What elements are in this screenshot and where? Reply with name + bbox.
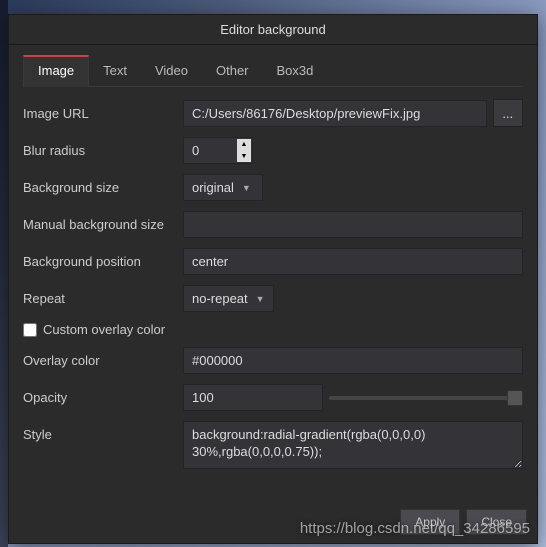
dialog-titlebar: Editor background [9,15,537,45]
editor-gutter [0,0,8,547]
manual-bg-size-label: Manual background size [23,217,183,232]
style-textarea[interactable] [183,421,523,469]
tab-bar: Image Text Video Other Box3d [23,55,523,87]
spinner-down-icon[interactable]: ▼ [237,151,251,163]
tab-other[interactable]: Other [202,55,263,86]
opacity-input[interactable] [183,384,323,411]
editor-background-dialog: Editor background Image Text Video Other… [8,14,538,544]
background-size-label: Background size [23,180,183,195]
tab-video[interactable]: Video [141,55,202,86]
close-button[interactable]: Close [466,509,527,535]
manual-bg-size-input[interactable] [183,211,523,238]
tab-box3d[interactable]: Box3d [263,55,328,86]
tab-image[interactable]: Image [23,55,89,87]
background-position-input[interactable] [183,248,523,275]
blur-radius-label: Blur radius [23,143,183,158]
overlay-color-label: Overlay color [23,353,183,368]
opacity-slider-handle[interactable] [507,390,523,406]
overlay-color-input[interactable] [183,347,523,374]
tab-text[interactable]: Text [89,55,141,86]
spinner-up-icon[interactable]: ▲ [237,139,251,151]
chevron-down-icon: ▼ [242,183,251,193]
image-url-label: Image URL [23,106,183,121]
spinner-arrows[interactable]: ▲ ▼ [237,139,251,162]
custom-overlay-label: Custom overlay color [43,322,165,337]
background-size-value: original [192,180,234,195]
blur-radius-spinner[interactable]: ▲ ▼ [183,137,253,164]
dialog-body: Image Text Video Other Box3d Image URL .… [9,45,537,469]
opacity-label: Opacity [23,390,183,405]
background-size-select[interactable]: original ▼ [183,174,263,201]
custom-overlay-checkbox[interactable] [23,323,37,337]
opacity-slider[interactable] [329,396,523,400]
repeat-label: Repeat [23,291,183,306]
repeat-value: no-repeat [192,291,248,306]
dialog-footer: Apply Close [400,509,527,535]
repeat-select[interactable]: no-repeat ▼ [183,285,274,312]
dialog-title: Editor background [220,22,326,37]
apply-button[interactable]: Apply [400,509,460,535]
style-label: Style [23,421,183,442]
background-position-label: Background position [23,254,183,269]
image-url-input[interactable] [183,100,487,127]
chevron-down-icon: ▼ [256,294,265,304]
browse-button[interactable]: ... [493,99,523,127]
